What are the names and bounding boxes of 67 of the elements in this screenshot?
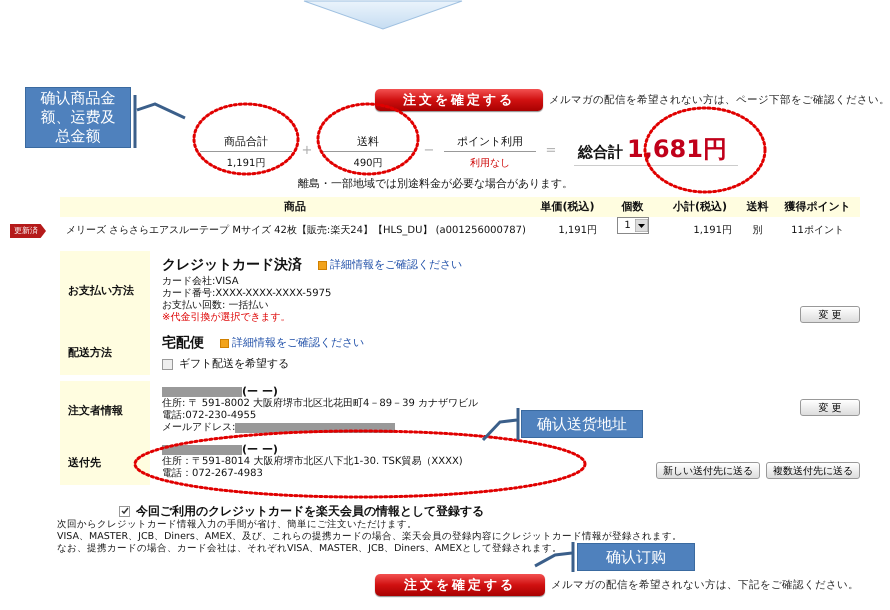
points-earned: 11ポイント [790,224,845,238]
operator-sign: − [422,142,436,158]
subtotal: 1,191円 [692,224,733,238]
quantity-select[interactable]: 1 [616,217,648,234]
details-link[interactable]: 詳細情報をご確認ください [232,337,364,349]
send-button[interactable]: 新しい送付先に送る [656,462,760,479]
shipping-fee: 別 [752,224,764,238]
annotation-callout: 确认送货地址 [521,410,643,438]
section-label: 送付先 [68,454,101,470]
column-header: 小計(税込) [660,197,740,217]
info-line: カード会社:VISA [162,276,239,288]
shipping-note: 離島・一部地域では別途料金が必要な場合があります。 [298,176,574,191]
summary-value: 1,191円 [226,157,266,170]
leader-line [134,94,186,150]
info-line: お支払い回数: 一括払い [162,300,269,312]
section-label: 注文者情報 [68,402,123,418]
leader-line [482,406,520,442]
summary-value: 利用なし [469,156,511,170]
checkbox-label: 今回ご利用のクレジットカードを楽天会員の情報として登録する [136,503,484,519]
method-title: 宅配便 [162,334,204,352]
newsletter-note: メルマガの配信を希望されない方は、下記をご確認ください。 [551,578,859,592]
product-name: メリーズ さらさらエアスルーテープ Mサイズ 42枚【販売:楽天24】【HLS_DU】 (a001256000787) [65,224,527,238]
checkbox[interactable] [162,358,173,370]
grand-total-label: 総合計 [578,143,623,162]
name-text: (ー ー) [242,444,278,456]
summary-label: 商品合計 [200,133,292,152]
column-header: 送料 [740,197,775,217]
info-line: メールアドレス: [162,422,236,434]
column-header: 商品 [60,197,530,217]
annotation-callout: 确认商品金额、运费及总金额 [25,87,131,148]
notice-text: ※代金引換が選択できます。 [162,312,290,324]
summary-label: ポイント利用 [444,133,536,152]
column-header: 獲得ポイント [775,197,860,217]
info-line: 電話：072-267-4983 [162,468,263,480]
checkbox[interactable] [119,506,130,516]
column-header: 単価(税込) [530,197,605,217]
column-header: 個数 [605,197,660,217]
summary-value: 490円 [352,157,384,170]
unit-price: 1,191円 [557,224,598,238]
confirm-order-button[interactable]: 注文を確定する [375,574,545,596]
info-line: 電話:072-230-4955 [162,410,256,422]
send-button[interactable]: 複数送付先に送る [766,462,860,479]
updated-badge: 更新済 [10,224,46,238]
info-line: カード番号:XXXX-XXXX-XXXX-5975 [162,288,332,300]
info-line: 住所：〒591-8014 大阪府堺市北区八下北1-30. TSK貿易（XXXX) [162,456,463,468]
dropdown-arrow-icon [634,219,648,232]
section-label: 配送方法 [68,344,112,360]
info-line: 住所: 〒 591-8002 大阪府堺市北区北花田町4－89－39 カナザワビル [162,398,478,410]
section-label: お支払い方法 [68,282,134,298]
change-button[interactable]: 変 更 [800,306,860,323]
newsletter-note: メルマガの配信を希望されない方は、ページ下部をご確認ください。 [549,93,890,107]
confirm-order-button[interactable]: 注文を確定する [375,89,543,111]
info-text: VISA、MASTER、JCB、Diners、AMEX、及び、これらの提携カードの場合、楽天会員の登録内容にクレジットカード情報が登録されます。 [57,531,682,543]
annotation-callout: 确认订购 [577,543,695,571]
checkbox-label: ギフト配送を希望する [179,358,289,370]
details-link[interactable]: 詳細情報をご確認ください [330,259,462,271]
change-button[interactable]: 変 更 [800,398,860,416]
bullet-icon [220,338,229,348]
down-arrow-icon [303,0,463,30]
bullet-icon [318,260,327,270]
info-text: なお、提携カードの場合、カード会社は、それぞれVISA、MASTER、JCB、Diners、AMEXとして登録されます。 [57,543,562,555]
operator-sign: = [544,142,558,158]
operator-sign: + [300,142,314,158]
summary-label: 送料 [322,133,414,152]
name-text: (ー ー) [242,386,278,398]
method-title: クレジットカード決済 [162,256,302,274]
info-text: 次回からクレジットカード情報入力の手間が省け、簡単にご注文いただけます。 [57,519,417,531]
